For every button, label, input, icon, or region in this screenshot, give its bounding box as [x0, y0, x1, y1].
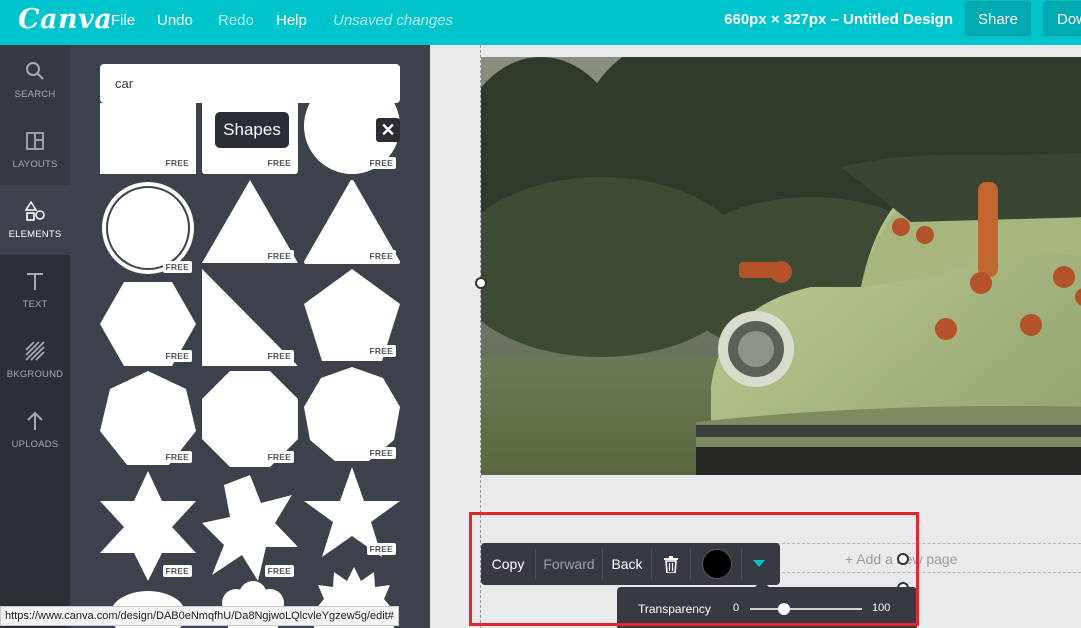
transparency-dropdown-caret-icon[interactable]	[753, 560, 765, 567]
resize-handle-right[interactable]	[897, 553, 909, 565]
car-photo	[481, 57, 1081, 475]
free-badge: FREE	[366, 157, 396, 169]
shape-nonagon[interactable]: FREE	[304, 367, 400, 463]
free-badge: FREE	[264, 250, 294, 262]
status-bar-url: https://www.canva.com/design/DAB0eNmqfhU…	[0, 606, 399, 626]
free-badge: FREE	[366, 543, 396, 555]
free-badge: FREE	[162, 157, 192, 169]
search-input[interactable]	[100, 64, 400, 103]
transparency-label: Transparency	[638, 602, 711, 616]
free-badge: FREE	[366, 250, 396, 262]
free-badge: FREE	[366, 447, 396, 459]
menu-help[interactable]: Help	[276, 12, 307, 29]
element-toolbar: Copy Forward Back	[481, 543, 780, 585]
unsaved-status: Unsaved changes	[333, 12, 454, 29]
shape-hexagon[interactable]: FREE	[100, 282, 196, 366]
menu-undo[interactable]: Undo	[157, 12, 193, 29]
free-badge: FREE	[264, 451, 294, 463]
transparency-popup: Transparency 0 100	[617, 580, 917, 628]
sidebar-item-label: ELEMENTS	[8, 229, 62, 240]
canva-logo[interactable]: Canva	[18, 4, 112, 35]
shape-star-7[interactable]: FREE	[202, 475, 298, 581]
back-button[interactable]: Back	[603, 543, 651, 585]
sidebar-item-elements[interactable]: ELEMENTS	[0, 185, 70, 255]
resize-handle-left[interactable]	[475, 277, 487, 289]
delete-button[interactable]	[652, 543, 690, 585]
sidebar-item-label: BKGROUND	[6, 369, 64, 380]
transparency-max-label: 100	[872, 602, 891, 614]
shapes-tooltip: Shapes	[215, 112, 289, 148]
sidebar-item-text[interactable]: TEXT	[0, 255, 70, 325]
free-badge: FREE	[162, 565, 192, 577]
elements-panel: FREE FREE FREE Shapes ✕ FREE FREE FREE F…	[70, 45, 430, 628]
shape-rounded-triangle[interactable]: FREE	[304, 180, 400, 266]
sidebar-rail: SEARCH LAYOUTS ELEMENTS TEXT BKGROUND UP…	[0, 45, 70, 628]
menu-redo[interactable]: Redo	[218, 12, 254, 29]
free-badge: FREE	[264, 350, 294, 362]
free-badge: FREE	[264, 157, 294, 169]
forward-button[interactable]: Forward	[536, 543, 602, 585]
shape-heptagon[interactable]: FREE	[100, 371, 196, 467]
share-button[interactable]: Share	[965, 1, 1031, 36]
uploads-icon	[27, 411, 43, 430]
sidebar-item-layouts[interactable]: LAYOUTS	[0, 115, 70, 185]
transparency-min-label: 0	[733, 602, 740, 614]
shape-circle-outline[interactable]: FREE	[100, 180, 196, 276]
sidebar-item-label: SEARCH	[14, 89, 56, 100]
sidebar-item-background[interactable]: BKGROUND	[0, 325, 70, 395]
text-icon	[27, 273, 43, 290]
sidebar-item-search[interactable]: SEARCH	[0, 45, 70, 115]
shape-triangle[interactable]: FREE	[202, 180, 298, 266]
sidebar-item-label: LAYOUTS	[12, 159, 58, 170]
download-button[interactable]: Download	[1043, 1, 1081, 36]
toolbar-divider	[690, 549, 691, 579]
shape-octagon[interactable]: FREE	[202, 371, 298, 467]
background-icon	[25, 341, 45, 361]
shape-square[interactable]: FREE	[100, 103, 196, 174]
close-button[interactable]: ✕	[376, 118, 400, 142]
free-badge: FREE	[162, 451, 192, 463]
free-badge: FREE	[162, 350, 192, 362]
trash-icon	[664, 556, 678, 574]
color-swatch[interactable]	[702, 549, 732, 579]
copy-button[interactable]: Copy	[481, 543, 535, 585]
transparency-slider-thumb[interactable]	[777, 603, 790, 615]
toolbar-divider	[741, 549, 742, 579]
free-badge: FREE	[264, 565, 294, 577]
free-badge: FREE	[366, 345, 396, 357]
search-icon	[26, 62, 44, 80]
canvas-area: + Add a new page	[430, 45, 1081, 628]
transparency-slider-track[interactable]	[750, 608, 862, 610]
layouts-icon	[26, 132, 44, 150]
shape-star-6[interactable]: FREE	[100, 471, 196, 581]
sidebar-item-uploads[interactable]: UPLOADS	[0, 395, 70, 465]
shape-pentagon[interactable]: FREE	[304, 269, 400, 361]
free-badge: FREE	[162, 261, 192, 273]
elements-icon	[25, 201, 45, 221]
menu-file[interactable]: File	[111, 12, 135, 29]
sidebar-item-label: TEXT	[22, 299, 48, 310]
top-bar: Canva File Undo Redo Help Unsaved change…	[0, 0, 1081, 45]
shape-star-5[interactable]: FREE	[304, 467, 400, 559]
design-title[interactable]: 660px × 327px – Untitled Design	[724, 11, 953, 28]
design-page-image[interactable]	[481, 57, 1081, 475]
sidebar-item-label: UPLOADS	[11, 439, 59, 450]
shape-right-triangle[interactable]: FREE	[202, 269, 298, 366]
